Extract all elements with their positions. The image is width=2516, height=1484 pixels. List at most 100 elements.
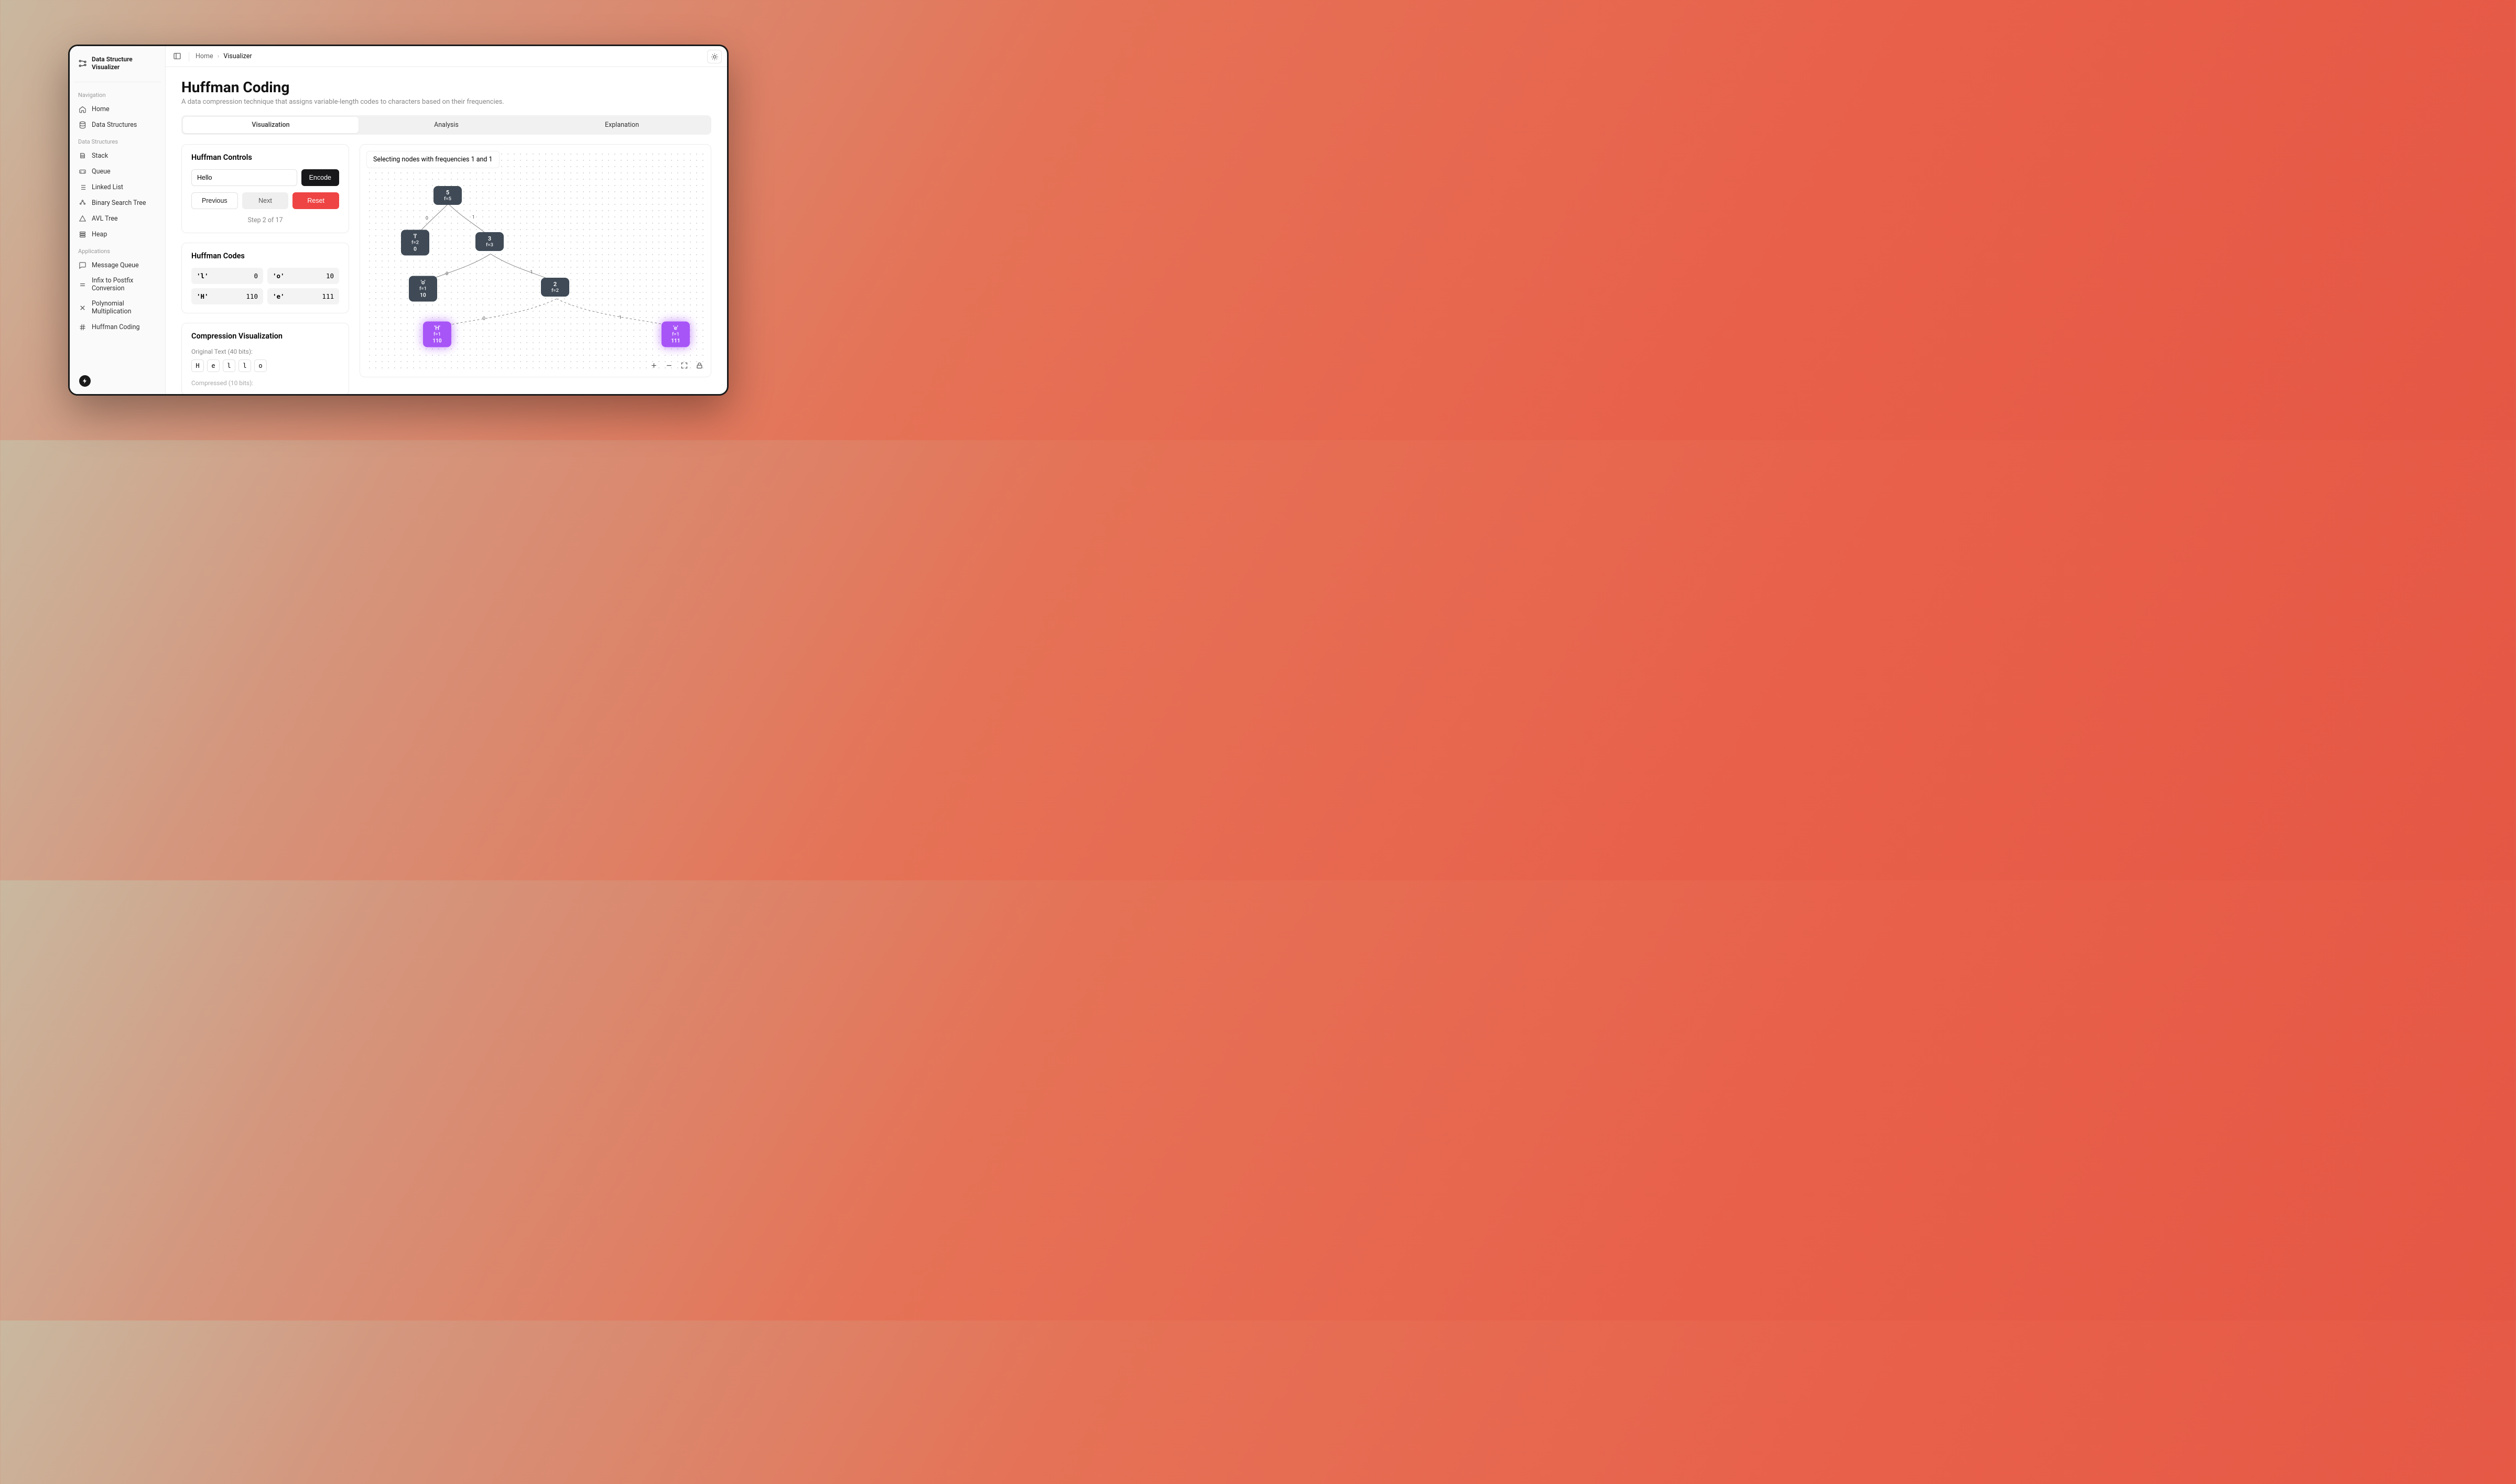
char-box: H	[191, 359, 204, 372]
tree-node-e: 'e'f=1111	[661, 322, 690, 347]
compressed-label: Compressed (10 bits):	[191, 379, 339, 387]
chevron-right-icon: ›	[218, 52, 220, 60]
tree-node-3: 3f=3	[475, 232, 504, 251]
sidebar-item-label: AVL Tree	[92, 215, 118, 223]
section-label-apps: Applications	[74, 243, 161, 257]
char-box: e	[207, 359, 220, 372]
layers-icon	[78, 230, 86, 238]
sidebar-item-infix-postfix[interactable]: Infix to Postfix Conversion	[74, 274, 161, 296]
tab-explanation[interactable]: Explanation	[534, 117, 710, 133]
code-row: 'H'110	[191, 288, 263, 304]
sidebar-item-label: Queue	[92, 168, 111, 176]
fullscreen-icon[interactable]	[680, 362, 688, 369]
next-button[interactable]: Next	[242, 192, 289, 209]
database-icon	[78, 121, 86, 129]
compression-title: Compression Visualization	[191, 332, 339, 341]
sidebar-item-data-structures[interactable]: Data Structures	[74, 117, 161, 132]
list-icon	[78, 183, 86, 191]
page-subtitle: A data compression technique that assign…	[181, 98, 711, 106]
topbar: Home › Visualizer	[166, 46, 727, 67]
sidebar-item-label: Message Queue	[92, 261, 139, 269]
tab-visualization[interactable]: Visualization	[183, 117, 359, 133]
char-box: o	[254, 359, 267, 372]
code-row: 'o'10	[267, 268, 339, 284]
tree-node-H: 'H'f=1110	[423, 322, 451, 347]
sidebar-item-stack[interactable]: Stack	[74, 148, 161, 163]
section-label-ds: Data Structures	[74, 133, 161, 147]
bolt-badge-icon	[79, 375, 91, 387]
visualization-controls	[650, 362, 703, 369]
brand-title: Data Structure Visualizer	[92, 56, 133, 71]
source-text-input[interactable]	[191, 169, 297, 186]
sidebar-item-label: Home	[92, 105, 110, 113]
home-icon	[78, 105, 86, 113]
tabs: Visualization Analysis Explanation	[181, 115, 711, 135]
stack-icon	[78, 151, 86, 160]
panel-toggle-icon[interactable]	[173, 52, 182, 61]
section-label-navigation: Navigation	[74, 86, 161, 101]
sidebar-item-label: Heap	[92, 231, 107, 238]
sidebar-item-label: Binary Search Tree	[92, 199, 146, 207]
sidebar: Data Structure Visualizer Navigation Hom…	[70, 46, 166, 394]
tab-analysis[interactable]: Analysis	[359, 117, 534, 133]
sidebar-item-huffman[interactable]: Huffman Coding	[74, 320, 161, 334]
tree-node-2: 2f=2	[541, 278, 569, 297]
step-indicator: Step 2 of 17	[191, 216, 339, 224]
triangle-icon	[78, 214, 86, 223]
original-text-label: Original Text (40 bits):	[191, 348, 339, 355]
page-title: Huffman Coding	[181, 79, 711, 96]
sidebar-item-label: Data Structures	[92, 121, 137, 129]
controls-title: Huffman Controls	[191, 153, 339, 162]
sidebar-item-avl[interactable]: AVL Tree	[74, 211, 161, 226]
sidebar-item-polynomial[interactable]: Polynomial Multiplication	[74, 297, 161, 319]
sidebar-item-label: Linked List	[92, 183, 123, 191]
sidebar-item-linked-list[interactable]: Linked List	[74, 180, 161, 194]
sidebar-item-message-queue[interactable]: Message Queue	[74, 258, 161, 272]
tree-node-o: 'o'f=110	[409, 276, 437, 302]
visualization-card: Selecting nodes with frequencies 1 and 1…	[360, 144, 711, 377]
tree-nodes: 5f=5 'l'f=20 3f=3 'o'f=110	[366, 151, 704, 370]
sidebar-item-home[interactable]: Home	[74, 102, 161, 116]
sidebar-item-label: Polynomial Multiplication	[92, 300, 157, 315]
sidebar-item-label: Infix to Postfix Conversion	[92, 277, 157, 292]
brand-icon	[78, 59, 88, 68]
content: Huffman Coding A data compression techni…	[166, 67, 727, 394]
code-row: 'l'0	[191, 268, 263, 284]
tree-node-l: 'l'f=20	[401, 230, 429, 256]
breadcrumb: Home › Visualizer	[196, 52, 252, 60]
main: Home › Visualizer Huffman Coding A data …	[166, 46, 727, 394]
reset-button[interactable]: Reset	[292, 192, 339, 209]
previous-button[interactable]: Previous	[191, 192, 238, 209]
sidebar-item-queue[interactable]: Queue	[74, 164, 161, 179]
sun-icon	[711, 53, 719, 61]
tree-node-root: 5f=5	[433, 186, 462, 205]
zoom-out-icon[interactable]	[665, 362, 673, 369]
sidebar-item-label: Huffman Coding	[92, 323, 140, 331]
chat-icon	[78, 261, 86, 269]
app-window: Data Structure Visualizer Navigation Hom…	[68, 45, 729, 396]
hash-icon	[78, 323, 86, 331]
breadcrumb-home[interactable]: Home	[196, 52, 213, 60]
compression-card: Compression Visualization Original Text …	[181, 323, 349, 394]
queue-icon	[78, 167, 86, 176]
controls-card: Huffman Controls Encode Previous Next Re…	[181, 144, 349, 233]
brand: Data Structure Visualizer	[74, 52, 161, 78]
breadcrumb-current: Visualizer	[223, 52, 252, 60]
codes-title: Huffman Codes	[191, 252, 339, 260]
encode-button[interactable]: Encode	[301, 169, 339, 186]
sidebar-item-heap[interactable]: Heap	[74, 227, 161, 242]
original-chars: H e l l o	[191, 359, 339, 372]
tree-icon	[78, 199, 86, 207]
sidebar-item-bst[interactable]: Binary Search Tree	[74, 195, 161, 210]
visualization-status: Selecting nodes with frequencies 1 and 1	[366, 151, 500, 168]
sidebar-item-label: Stack	[92, 152, 108, 160]
zoom-in-icon[interactable]	[650, 362, 658, 369]
char-box: l	[223, 359, 235, 372]
codes-card: Huffman Codes 'l'0 'o'10 'H'110 'e'111	[181, 243, 349, 313]
code-row: 'e'111	[267, 288, 339, 304]
equals-icon	[78, 280, 86, 289]
char-box: l	[238, 359, 251, 372]
lock-icon[interactable]	[696, 362, 703, 369]
x-icon	[78, 303, 86, 312]
theme-toggle-button[interactable]	[707, 50, 722, 63]
